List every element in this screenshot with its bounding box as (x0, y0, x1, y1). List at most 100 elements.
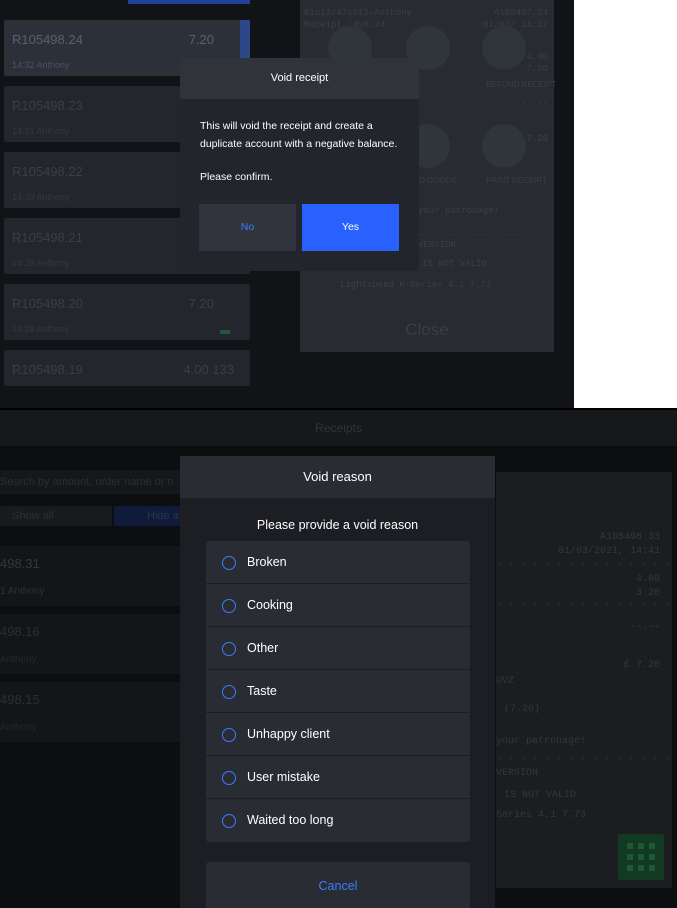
receipt-meta: Anthony (0, 654, 37, 665)
radio-icon[interactable] (222, 556, 236, 570)
blank-area (574, 0, 677, 408)
receipt-amount: 7.20 (188, 296, 214, 311)
receipt-amount-line: 7.20 (526, 64, 548, 74)
void-reason-dialog: Void reason Please provide a void reason… (180, 456, 495, 908)
void-reason-option-other[interactable]: Other (206, 627, 470, 670)
receipt-meta: 14:32 Anthony (12, 60, 70, 70)
receipt-meta: 14:28 Anthony (12, 324, 70, 334)
receipt-dashes: - - - - - - - - - - - - - - - - - (496, 600, 677, 611)
option-label: Broken (247, 555, 287, 569)
close-button[interactable]: Close (300, 320, 554, 340)
void-reason-option-broken[interactable]: Broken (206, 541, 470, 584)
receipt-meta: Anthony (0, 722, 37, 733)
receipt-id: 498.16 (0, 624, 40, 639)
receipt-footer: Lightspeed K-Series 4.1 7.73 (340, 280, 492, 290)
receipt-paren: (7.20) (504, 704, 541, 715)
option-label: User mistake (247, 770, 320, 784)
receipt-line: A105497.24 (493, 8, 548, 18)
option-label: Cooking (247, 598, 293, 612)
receipt-id: R105498.23 (12, 98, 83, 113)
radio-icon[interactable] (222, 685, 236, 699)
hide-button[interactable]: Hide a (114, 506, 180, 526)
show-all-button[interactable]: Show all (0, 506, 112, 526)
radio-icon[interactable] (222, 814, 236, 828)
status-chip (220, 330, 230, 334)
receipt-id: 498.31 (0, 556, 40, 571)
option-label: Unhappy client (247, 727, 330, 741)
refund-icon[interactable] (482, 26, 526, 70)
receipt-dashes: - - - - - - - - - - - - - - - - - (496, 754, 677, 765)
page-title: Receipts (0, 410, 677, 446)
receipt-list-item[interactable]: R105498.19 4.00 133 (4, 350, 250, 386)
receipt-total: 7.20 (526, 134, 548, 144)
receipt-patronage: your patronage! (496, 736, 587, 747)
receipt-amount: 4.00 133 (183, 362, 234, 377)
receipt-dashes: - - - - - - - - - - - - - - - - - (496, 560, 677, 571)
receipt-number: A105498.33 (599, 532, 660, 543)
radio-icon[interactable] (222, 642, 236, 656)
keypad-icon[interactable] (618, 834, 664, 880)
receipt-code: UVZ (496, 676, 515, 687)
dialog-body: This will void the receipt and create a … (180, 99, 419, 186)
receipt-list-item[interactable]: 498.16 Anthony (0, 614, 180, 674)
dialog-title: Void reason (180, 456, 495, 498)
receipt-version: VERSION (496, 768, 539, 779)
receipt-amount-line: 3.20 (635, 588, 660, 599)
receipt-patronage: your patronage! (418, 206, 500, 216)
action-label: PRINT RECEIPT (486, 176, 547, 185)
cancel-button[interactable]: Cancel (206, 862, 470, 908)
receipt-line: Bin12/471512-Anthony (304, 8, 413, 18)
no-button[interactable]: No (199, 204, 296, 251)
dialog-title: Void receipt (180, 58, 419, 99)
receipt-id: R105498.20 (12, 296, 83, 311)
document-icon[interactable] (482, 124, 526, 168)
void-reason-options: Broken Cooking Other Taste Unhappy clien… (206, 541, 470, 842)
receipt-id: R105498.22 (12, 164, 83, 179)
receipt-dashes: -- .-- (515, 98, 548, 108)
void-reason-option-user-mistake[interactable]: User mistake (206, 756, 470, 799)
action-label: REFUND RECEIPT (486, 80, 557, 89)
receipt-list-item[interactable]: 498.15 Anthony (0, 682, 180, 742)
receipt-id: R105498.21 (12, 230, 83, 245)
receipt-amount: 7.20 (188, 32, 214, 47)
option-label: Waited too long (247, 813, 334, 827)
receipt-list-item[interactable]: R105498.20 7.20 14:28 Anthony (4, 284, 250, 340)
top-panel: R105498.24 7.20 14:32 Anthony R105498.23… (0, 0, 574, 408)
receipt-id: R105498.24 (12, 32, 83, 47)
receipt-meta: 14:29 Anthony (12, 258, 70, 268)
receipt-version: VERSION (418, 240, 456, 250)
filter-accent-bar (128, 0, 250, 4)
receipt-datetime: 01/03/2021, 14:41 (557, 546, 660, 557)
receipt-total: £ 7.20 (623, 660, 660, 671)
search-input[interactable]: Search by amount, order name or n (0, 470, 180, 494)
receipt-dashes: - - - - - - - - - - - (418, 230, 532, 240)
void-reason-option-taste[interactable]: Taste (206, 670, 470, 713)
receipt-list-item[interactable]: 498.31 1 Anthony (0, 546, 180, 606)
receipt-not-valid: IS NOT VALID (504, 790, 577, 801)
receipt-meta: 14:31 Anthony (12, 126, 70, 136)
receipt-amount-line: 4.00 (635, 574, 660, 585)
radio-icon[interactable] (222, 599, 236, 613)
option-label: Taste (247, 684, 277, 698)
screenshot-root: R105498.24 7.20 14:32 Anthony R105498.23… (0, 0, 677, 908)
receipt-meta: 1 Anthony (0, 586, 45, 597)
yes-button[interactable]: Yes (302, 204, 399, 251)
option-label: Other (247, 641, 279, 655)
radio-icon[interactable] (222, 728, 236, 742)
void-receipt-dialog: Void receipt This will void the receipt … (180, 58, 419, 271)
receipt-amount-line: 4.00 (526, 52, 548, 62)
void-reason-option-unhappy-client[interactable]: Unhappy client (206, 713, 470, 756)
receipt-preview: A105498.33 01/03/2021, 14:41 - - - - - -… (496, 472, 677, 888)
bottom-panel: Receipts Search by amount, order name or… (0, 410, 677, 908)
receipt-id: R105498.19 (12, 362, 83, 377)
radio-icon[interactable] (222, 771, 236, 785)
dialog-confirm-text: Please confirm. (200, 171, 273, 183)
receipt-dashes: --.-- (629, 622, 660, 633)
receipt-series: Series 4.1 7.73 (496, 810, 587, 821)
void-reason-option-waited-too-long[interactable]: Waited too long (206, 799, 470, 842)
dialog-message: This will void the receipt and create a … (200, 120, 398, 150)
receipt-not-valid: IS NOT VALID (422, 259, 487, 269)
dialog-prompt: Please provide a void reason (256, 518, 419, 532)
void-reason-option-cooking[interactable]: Cooking (206, 584, 470, 627)
receipt-id: 498.15 (0, 692, 40, 707)
